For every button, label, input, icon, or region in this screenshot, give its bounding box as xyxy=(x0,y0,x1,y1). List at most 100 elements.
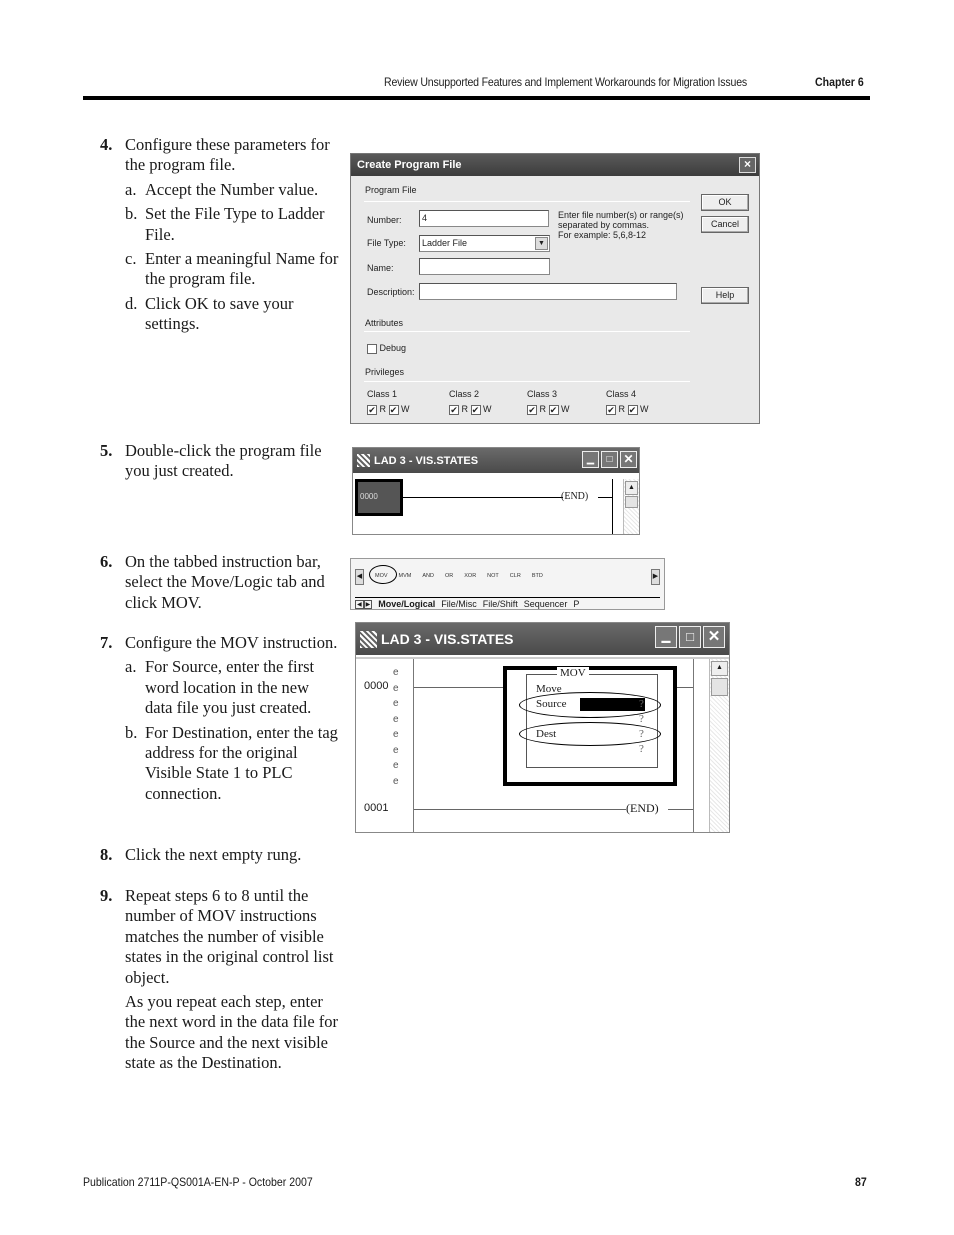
class-2: Class 2 ✔ R ✔ W xyxy=(449,389,492,415)
step-number: 8. xyxy=(100,845,113,864)
mov-title: MOV xyxy=(557,667,589,679)
write-checkbox[interactable]: ✔ xyxy=(627,404,638,415)
class-label: Class 4 xyxy=(606,389,637,399)
tab-file-misc[interactable]: File/Misc xyxy=(441,599,477,609)
scroll-thumb[interactable] xyxy=(711,678,728,696)
step-8: 8. Click the next empty rung. xyxy=(100,845,340,865)
publication-footer: Publication 2711P-QS001A-EN-P - October … xyxy=(83,1175,313,1189)
mov-selection-box[interactable]: MOV Move Source ? ? Dest ? ? xyxy=(503,666,677,786)
instruction-buttons: MOV MVM AND OR XOR NOT CLR BTD xyxy=(375,573,543,579)
source-extra-value: ? xyxy=(639,713,644,725)
vertical-scrollbar[interactable]: ▲ xyxy=(709,659,729,832)
step-text: Repeat steps 6 to 8 until the number of … xyxy=(125,886,334,987)
instruction-mov[interactable]: MOV xyxy=(375,573,388,579)
instruction-or[interactable]: OR xyxy=(445,573,453,579)
step-text: Double-click the program file you just c… xyxy=(125,441,322,481)
end-label: END xyxy=(564,491,585,502)
minimize-icon[interactable]: ▁ xyxy=(655,626,677,648)
description-label: Description: xyxy=(367,287,415,297)
step-number: 4. xyxy=(100,135,113,154)
tab-next-icon[interactable]: ▶ xyxy=(363,599,373,609)
maximize-icon[interactable]: □ xyxy=(679,626,701,648)
debug-option: Debug xyxy=(367,343,406,354)
number-input[interactable]: 4 xyxy=(419,210,549,227)
dest-extra-value: ? xyxy=(639,743,644,755)
rung-wire xyxy=(403,497,563,498)
rung-number-0001[interactable]: 0001 xyxy=(364,802,388,814)
tab-file-shift[interactable]: File/Shift xyxy=(483,599,518,609)
divider xyxy=(364,381,690,382)
tab-partial[interactable]: P xyxy=(573,599,579,609)
end-instruction: (END) xyxy=(561,491,589,502)
write-checkbox[interactable]: ✔ xyxy=(388,404,399,415)
scroll-left-icon[interactable]: ◀ xyxy=(355,569,364,585)
instruction-and[interactable]: AND xyxy=(422,573,434,579)
rung-number-0000[interactable]: 0000 xyxy=(364,680,388,692)
substep: d. Click OK to save your settings. xyxy=(100,294,340,335)
chapter-label: Chapter 6 xyxy=(815,75,864,89)
debug-checkbox[interactable] xyxy=(367,343,377,354)
file-type-value: Ladder File xyxy=(422,238,468,248)
instruction-btd[interactable]: BTD xyxy=(532,573,543,579)
close-icon[interactable]: ✕ xyxy=(620,451,637,468)
left-rail xyxy=(413,659,414,832)
read-checkbox[interactable]: ✔ xyxy=(449,404,459,415)
chevron-down-icon[interactable]: ▼ xyxy=(535,237,548,250)
scroll-right-icon[interactable]: ▶ xyxy=(651,569,660,585)
tab-prev-icon[interactable]: ◀ xyxy=(355,599,364,609)
instruction-not[interactable]: NOT xyxy=(487,573,499,579)
substep: b. Set the File Type to Ladder File. xyxy=(100,204,340,245)
write-label: W xyxy=(640,404,649,414)
lad-window-small: LAD 3 - VIS.STATES ▁ □ ✕ 0000 (END) ▲ xyxy=(352,447,640,535)
close-icon[interactable]: ✕ xyxy=(703,626,725,648)
name-label: Name: xyxy=(367,263,394,273)
write-label: W xyxy=(561,404,570,414)
end-label: END xyxy=(630,801,655,815)
instruction-xor[interactable]: XOR xyxy=(464,573,476,579)
substep: b. For Destination, enter the tag address… xyxy=(100,723,340,805)
scroll-up-icon[interactable]: ▲ xyxy=(711,661,728,676)
minimize-icon[interactable]: ▁ xyxy=(582,451,599,468)
cancel-button[interactable]: Cancel xyxy=(701,216,749,233)
class-4: Class 4 ✔ R ✔ W xyxy=(606,389,649,415)
read-checkbox[interactable]: ✔ xyxy=(606,404,616,415)
step-number: 7. xyxy=(100,633,113,652)
tab-move-logical[interactable]: Move/Logical xyxy=(378,599,435,609)
ladder-file-icon xyxy=(360,630,377,648)
read-checkbox[interactable]: ✔ xyxy=(527,404,537,415)
step-text: Click the next empty rung. xyxy=(125,845,302,864)
mov-instruction-block[interactable]: MOV Move Source ? ? Dest ? ? xyxy=(526,667,658,768)
name-input[interactable] xyxy=(419,258,550,275)
description-input[interactable] xyxy=(419,283,677,300)
substep-label: b. xyxy=(125,722,138,742)
file-type-select[interactable]: Ladder File ▼ xyxy=(419,235,550,252)
ok-button[interactable]: OK xyxy=(701,194,749,211)
step-number: 9. xyxy=(100,886,113,905)
help-button[interactable]: Help xyxy=(701,287,749,304)
substep-label: c. xyxy=(125,249,137,269)
close-icon[interactable]: × xyxy=(739,157,756,173)
create-program-file-dialog: Create Program File × Program File Numbe… xyxy=(350,153,760,424)
instruction-mvm[interactable]: MVM xyxy=(399,573,412,579)
scroll-thumb[interactable] xyxy=(625,496,638,508)
number-hint: Enter file number(s) or range(s) separat… xyxy=(558,210,684,240)
write-checkbox[interactable]: ✔ xyxy=(470,404,481,415)
instruction-clr[interactable]: CLR xyxy=(510,573,521,579)
tab-sequencer[interactable]: Sequencer xyxy=(524,599,568,609)
class-1: Class 1 ✔ R ✔ W xyxy=(367,389,410,415)
substep: a. For Source, enter the first word locat… xyxy=(100,657,340,718)
page-number: 87 xyxy=(855,1175,867,1189)
hint-line: Enter file number(s) or range(s) xyxy=(558,210,684,220)
vertical-scrollbar[interactable]: ▲ xyxy=(623,479,639,534)
read-checkbox[interactable]: ✔ xyxy=(367,404,377,415)
rung-number-selected[interactable]: 0000 xyxy=(355,479,403,516)
step-4: 4. Configure these parameters for the pr… xyxy=(100,135,340,335)
write-checkbox[interactable]: ✔ xyxy=(548,404,559,415)
substep-label: a. xyxy=(125,179,137,199)
right-rail xyxy=(693,659,694,832)
maximize-icon[interactable]: □ xyxy=(601,451,618,468)
class-label: Class 2 xyxy=(449,389,480,399)
window-title: LAD 3 - VIS.STATES xyxy=(374,454,479,467)
scroll-up-icon[interactable]: ▲ xyxy=(625,481,638,495)
running-header-title: Review Unsupported Features and Implemen… xyxy=(384,75,748,89)
